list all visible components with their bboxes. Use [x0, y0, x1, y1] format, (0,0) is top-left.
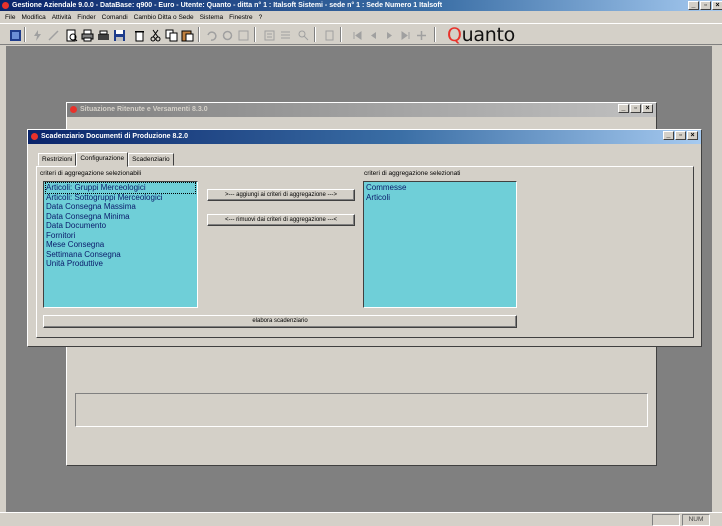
- scadenziario-window-title: Scadenziario Documenti di Produzione 8.2…: [41, 133, 189, 140]
- print-preview-icon[interactable]: [64, 28, 78, 42]
- copy-icon[interactable]: [164, 28, 178, 42]
- print-icon[interactable]: [80, 28, 94, 42]
- close-button[interactable]: ×: [642, 104, 653, 113]
- list-item[interactable]: Data Consegna Massima: [46, 202, 195, 212]
- close-button[interactable]: ×: [712, 1, 722, 10]
- toolbar: Quanto: [0, 23, 722, 46]
- minimize-button[interactable]: _: [663, 131, 674, 140]
- list-item[interactable]: Articoli: Gruppi Merceologici: [45, 182, 196, 194]
- refresh-disabled-icon[interactable]: [220, 28, 233, 41]
- paste-icon[interactable]: [180, 28, 194, 42]
- menu-attivita[interactable]: Attività: [49, 14, 75, 21]
- new-record-icon[interactable]: [414, 28, 427, 41]
- list-item[interactable]: Articoli: Sottogruppi Merceologici: [46, 193, 195, 203]
- menu-help[interactable]: ?: [256, 14, 266, 21]
- filter-disabled-icon[interactable]: [236, 28, 249, 41]
- list-disabled-icon[interactable]: [278, 28, 291, 41]
- menu-modifica[interactable]: Modifica: [18, 14, 48, 21]
- tab-strip: Restrizioni Configurazione Scadenziario: [38, 152, 174, 167]
- list-item[interactable]: Unità Produttive: [46, 259, 195, 269]
- menu-sistema[interactable]: Sistema: [197, 14, 226, 21]
- list-item[interactable]: Mese Consegna: [46, 240, 195, 250]
- elabora-scadenziario-button[interactable]: elabora scadenziario: [43, 315, 517, 328]
- scadenziario-window: Scadenziario Documenti di Produzione 8.2…: [27, 129, 702, 347]
- menu-bar: File Modifica Attività Finder Comandi Ca…: [0, 11, 722, 23]
- first-record-icon[interactable]: [350, 28, 363, 41]
- save-icon[interactable]: [112, 28, 125, 41]
- exit-icon[interactable]: [8, 28, 21, 41]
- restore-button[interactable]: ▫: [675, 131, 686, 140]
- ritenute-window-titlebar[interactable]: Situazione Ritenute e Versamenti 8.3.0 _…: [67, 103, 656, 117]
- restore-button[interactable]: ▫: [630, 104, 641, 113]
- next-record-icon[interactable]: [382, 28, 395, 41]
- status-bar: NUM: [0, 512, 722, 526]
- close-button[interactable]: ×: [687, 131, 698, 140]
- delete-icon[interactable]: [132, 28, 145, 42]
- app-title-bar: Gestione Aziendale 9.0.0 - DataBase: q90…: [0, 0, 722, 11]
- brand-logo: Quanto: [447, 24, 515, 46]
- menu-file[interactable]: File: [2, 14, 18, 21]
- tab-scadenziario[interactable]: Scadenziario: [128, 153, 174, 166]
- list-item[interactable]: Data Documento: [46, 221, 195, 231]
- list-item[interactable]: Fornitori: [46, 231, 195, 241]
- add-criteria-button[interactable]: >--- aggiungi ai criteri di aggregazione…: [207, 189, 355, 201]
- scadenziario-window-titlebar[interactable]: Scadenziario Documenti di Produzione 8.2…: [28, 130, 701, 144]
- minimize-button[interactable]: _: [688, 1, 699, 10]
- printer-setup-icon[interactable]: [96, 28, 109, 41]
- remove-criteria-button[interactable]: <--- rimuovi dai criteri di aggregazione…: [207, 214, 355, 226]
- restore-button[interactable]: ▫: [700, 1, 711, 10]
- app-window-controls: _ ▫ ×: [688, 1, 722, 10]
- app-icon: [2, 2, 9, 9]
- configurazione-panel: criteri di aggregazione selezionabili Ar…: [36, 166, 694, 338]
- lightning-icon[interactable]: [30, 28, 43, 41]
- window-icon: [70, 106, 77, 113]
- num-lock-indicator: NUM: [682, 514, 710, 526]
- note-disabled-icon[interactable]: [322, 28, 335, 41]
- form-disabled-icon[interactable]: [262, 28, 275, 41]
- undo-disabled-icon[interactable]: [204, 28, 217, 41]
- minimize-button[interactable]: _: [618, 104, 629, 113]
- menu-cambio-ditta[interactable]: Cambio Ditta o Sede: [131, 14, 197, 21]
- zoom-disabled-icon[interactable]: [296, 28, 309, 41]
- ritenute-window-title: Situazione Ritenute e Versamenti 8.3.0: [80, 106, 208, 113]
- list-item[interactable]: Articoli: [366, 193, 514, 203]
- ritenute-panel: [75, 393, 648, 427]
- window-icon: [31, 133, 38, 140]
- last-record-icon[interactable]: [398, 28, 411, 41]
- tab-configurazione[interactable]: Configurazione: [76, 152, 129, 167]
- cut-disabled-icon[interactable]: [46, 28, 59, 41]
- app-title: Gestione Aziendale 9.0.0 - DataBase: q90…: [12, 2, 443, 9]
- list-item[interactable]: Settimana Consegna: [46, 250, 195, 260]
- selected-criteria-list[interactable]: Commesse Articoli: [363, 181, 517, 308]
- list-item[interactable]: Data Consegna Minima: [46, 212, 195, 222]
- available-criteria-list[interactable]: Articoli: Gruppi Merceologici Articoli: …: [43, 181, 198, 308]
- tab-restrizioni[interactable]: Restrizioni: [38, 153, 77, 166]
- cut-icon[interactable]: [148, 28, 161, 42]
- menu-finder[interactable]: Finder: [74, 14, 98, 21]
- menu-finestre[interactable]: Finestre: [226, 14, 255, 21]
- available-criteria-label: criteri di aggregazione selezionabili: [40, 170, 142, 177]
- status-pane-empty: [652, 514, 680, 526]
- menu-comandi[interactable]: Comandi: [99, 14, 131, 21]
- previous-record-icon[interactable]: [366, 28, 379, 41]
- selected-criteria-label: criteri di aggregazione selezionati: [364, 170, 461, 177]
- list-item[interactable]: Commesse: [366, 183, 514, 193]
